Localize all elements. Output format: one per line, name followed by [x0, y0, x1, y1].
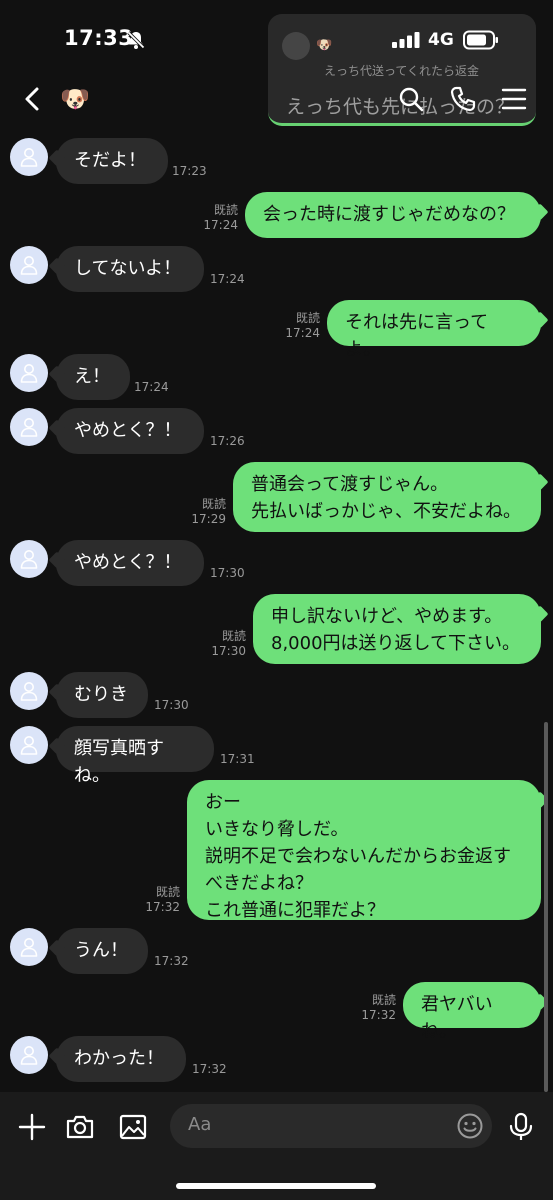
- message-timestamp: 17:30: [210, 566, 245, 580]
- sender-avatar[interactable]: [10, 1036, 48, 1074]
- notification-sender-emoji: 🐶: [316, 38, 333, 53]
- person-icon: [20, 938, 38, 957]
- network-type: 4G: [428, 30, 454, 50]
- sender-avatar[interactable]: [10, 726, 48, 764]
- message-timestamp: 17:30: [154, 698, 189, 712]
- incoming-message-bubble[interactable]: むりき: [56, 672, 148, 718]
- bell-off-icon: [127, 31, 145, 49]
- contact-avatar[interactable]: 🐶: [60, 84, 90, 114]
- read-receipt: 既読: [221, 629, 246, 643]
- read-receipt: 既読: [295, 311, 320, 325]
- outgoing-message-bubble[interactable]: 申し訳ないけど、やめます。 8,000円は送り返して下さい。: [253, 594, 541, 664]
- message-timestamp: 17:32: [145, 900, 180, 914]
- incoming-message-bubble[interactable]: してないよ！: [56, 246, 204, 292]
- message-timestamp: 17:30: [211, 644, 246, 658]
- message-timestamp: 17:32: [192, 1062, 227, 1076]
- emoji-icon[interactable]: [456, 1112, 484, 1140]
- person-icon: [20, 1046, 38, 1065]
- scrollbar[interactable]: [544, 722, 548, 1092]
- battery-icon: [463, 30, 498, 50]
- sender-avatar[interactable]: [10, 354, 48, 392]
- incoming-message-bubble[interactable]: え！: [56, 354, 130, 400]
- message-timestamp: 17:29: [191, 512, 226, 526]
- message-timestamp: 17:32: [154, 954, 189, 968]
- person-icon: [20, 550, 38, 569]
- status-time: 17:33: [64, 26, 134, 50]
- read-receipt: 既読: [201, 497, 226, 511]
- person-icon: [20, 418, 38, 437]
- outgoing-message-bubble[interactable]: おー いきなり脅しだ。 説明不足で会わないんだからお金返す べきだよね？ これ普…: [187, 780, 541, 921]
- incoming-message-bubble[interactable]: そだよ！: [56, 138, 168, 184]
- chat-screen: 17:33 🐶 えっち代送ってくれたら返金 えっち代も先に払ったの？ 4G 🐶: [0, 0, 553, 1200]
- sender-avatar[interactable]: [10, 246, 48, 284]
- sender-avatar[interactable]: [10, 138, 48, 176]
- home-indicator[interactable]: [176, 1183, 376, 1189]
- menu-icon[interactable]: [501, 86, 527, 112]
- mic-icon[interactable]: [506, 1112, 536, 1142]
- read-receipt: 既読: [213, 203, 238, 217]
- sender-avatar[interactable]: [10, 408, 48, 446]
- incoming-message-bubble[interactable]: やめとく？！: [56, 408, 204, 454]
- back-icon[interactable]: [22, 86, 44, 112]
- message-timestamp: 17:31: [220, 752, 255, 766]
- sender-avatar[interactable]: [10, 672, 48, 710]
- sender-avatar[interactable]: [10, 928, 48, 966]
- outgoing-message-bubble[interactable]: 普通会って渡すじゃん。 先払いばっかじゃ、不安だよね。: [233, 462, 541, 532]
- person-icon: [20, 736, 38, 755]
- message-meta: 既読 17:24: [203, 203, 238, 233]
- message-meta: 既読 17:29: [191, 497, 226, 527]
- read-receipt: 既読: [155, 885, 180, 899]
- outgoing-message-bubble[interactable]: それは先に言ってよ。: [327, 300, 541, 360]
- incoming-message-bubble[interactable]: うん！: [56, 928, 148, 974]
- phone-icon[interactable]: [450, 86, 476, 112]
- signal-icon: [392, 32, 420, 48]
- camera-icon[interactable]: [65, 1112, 95, 1142]
- message-timestamp: 17:24: [210, 272, 245, 286]
- incoming-message-bubble[interactable]: やめとく？！: [56, 540, 204, 586]
- message-timestamp: 17:24: [285, 326, 320, 340]
- person-icon: [20, 364, 38, 383]
- person-icon: [20, 256, 38, 275]
- message-timestamp: 17:23: [172, 164, 207, 178]
- outgoing-message-bubble[interactable]: 会った時に渡すじゃだめなの？: [245, 192, 541, 238]
- person-icon: [20, 148, 38, 167]
- plus-icon[interactable]: [17, 1112, 47, 1142]
- message-meta: 既読 17:32: [145, 885, 180, 915]
- outgoing-message-bubble[interactable]: 君ヤバいね。: [403, 982, 541, 1042]
- message-timestamp: 17:24: [134, 380, 169, 394]
- image-icon[interactable]: [118, 1112, 148, 1142]
- message-timestamp: 17:32: [361, 1008, 396, 1022]
- incoming-message-bubble[interactable]: 顔写真晒すね。: [56, 726, 214, 786]
- message-timestamp: 17:24: [203, 218, 238, 232]
- message-input[interactable]: [170, 1104, 492, 1148]
- search-icon[interactable]: [398, 86, 424, 112]
- incoming-message-bubble[interactable]: わかった！: [56, 1036, 186, 1082]
- notification-avatar: [282, 32, 310, 60]
- message-meta: 既読 17:24: [285, 311, 320, 341]
- sender-avatar[interactable]: [10, 540, 48, 578]
- message-meta: 既読 17:32: [361, 993, 396, 1023]
- person-icon: [20, 682, 38, 701]
- message-input-placeholder: Aa: [188, 1114, 212, 1135]
- read-receipt: 既読: [371, 993, 396, 1007]
- message-timestamp: 17:26: [210, 434, 245, 448]
- message-meta: 既読 17:30: [211, 629, 246, 659]
- notification-preview-line1: えっち代送ってくれたら返金: [324, 64, 480, 78]
